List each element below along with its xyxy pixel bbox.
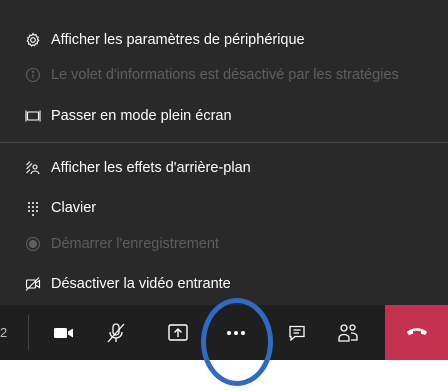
info-icon [24,66,42,84]
video-off-icon [24,275,42,293]
camera-icon [53,325,75,341]
menu-item-device-settings[interactable]: Afficher les paramètres de périphérique [0,22,448,58]
meeting-window: Afficher les paramètres de périphérique … [0,0,448,391]
hangup-icon [405,324,429,342]
dialpad-icon [24,199,42,217]
more-options-menu: Afficher les paramètres de périphérique … [0,0,448,305]
call-timer: 2 [0,325,8,340]
menu-item-label: Afficher les effets d'arrière-plan [51,160,251,176]
menu-item-label: Désactiver la vidéo entrante [51,276,231,292]
record-icon [24,235,42,253]
gear-icon [24,31,42,49]
menu-item-background-effects[interactable]: Afficher les effets d'arrière-plan [0,150,448,186]
menu-item-dialpad[interactable]: Clavier [0,190,448,226]
menu-item-label: Passer en mode plein écran [51,108,232,124]
menu-item-label: Clavier [51,200,97,216]
participants-button[interactable] [326,305,370,360]
more-icon [226,330,246,336]
share-screen-button[interactable] [156,305,200,360]
menu-item-label: Afficher les paramètres de périphérique [51,32,305,48]
menu-item-disable-incoming-video[interactable]: Désactiver la vidéo entrante [0,266,448,302]
hangup-button[interactable] [385,305,448,360]
camera-button[interactable] [42,305,86,360]
share-screen-icon [167,323,189,343]
participants-icon [337,323,359,343]
fullscreen-icon [24,107,42,125]
menu-item-fullscreen[interactable]: Passer en mode plein écran [0,98,448,134]
menu-item-start-recording: Démarrer l'enregistrement [0,226,448,262]
chat-icon [288,324,306,342]
menu-item-info-pane: Le volet d'informations est désactivé pa… [0,57,448,93]
mic-button[interactable] [94,305,138,360]
menu-divider [0,142,448,143]
toolbar-divider [28,315,29,350]
menu-item-label: Démarrer l'enregistrement [51,236,219,252]
menu-item-label: Le volet d'informations est désactivé pa… [51,67,399,83]
more-options-button[interactable] [214,305,258,360]
mic-off-icon [106,322,126,344]
chat-button[interactable] [275,305,319,360]
background-effects-icon [24,159,42,177]
call-toolbar: 2 [0,305,448,360]
